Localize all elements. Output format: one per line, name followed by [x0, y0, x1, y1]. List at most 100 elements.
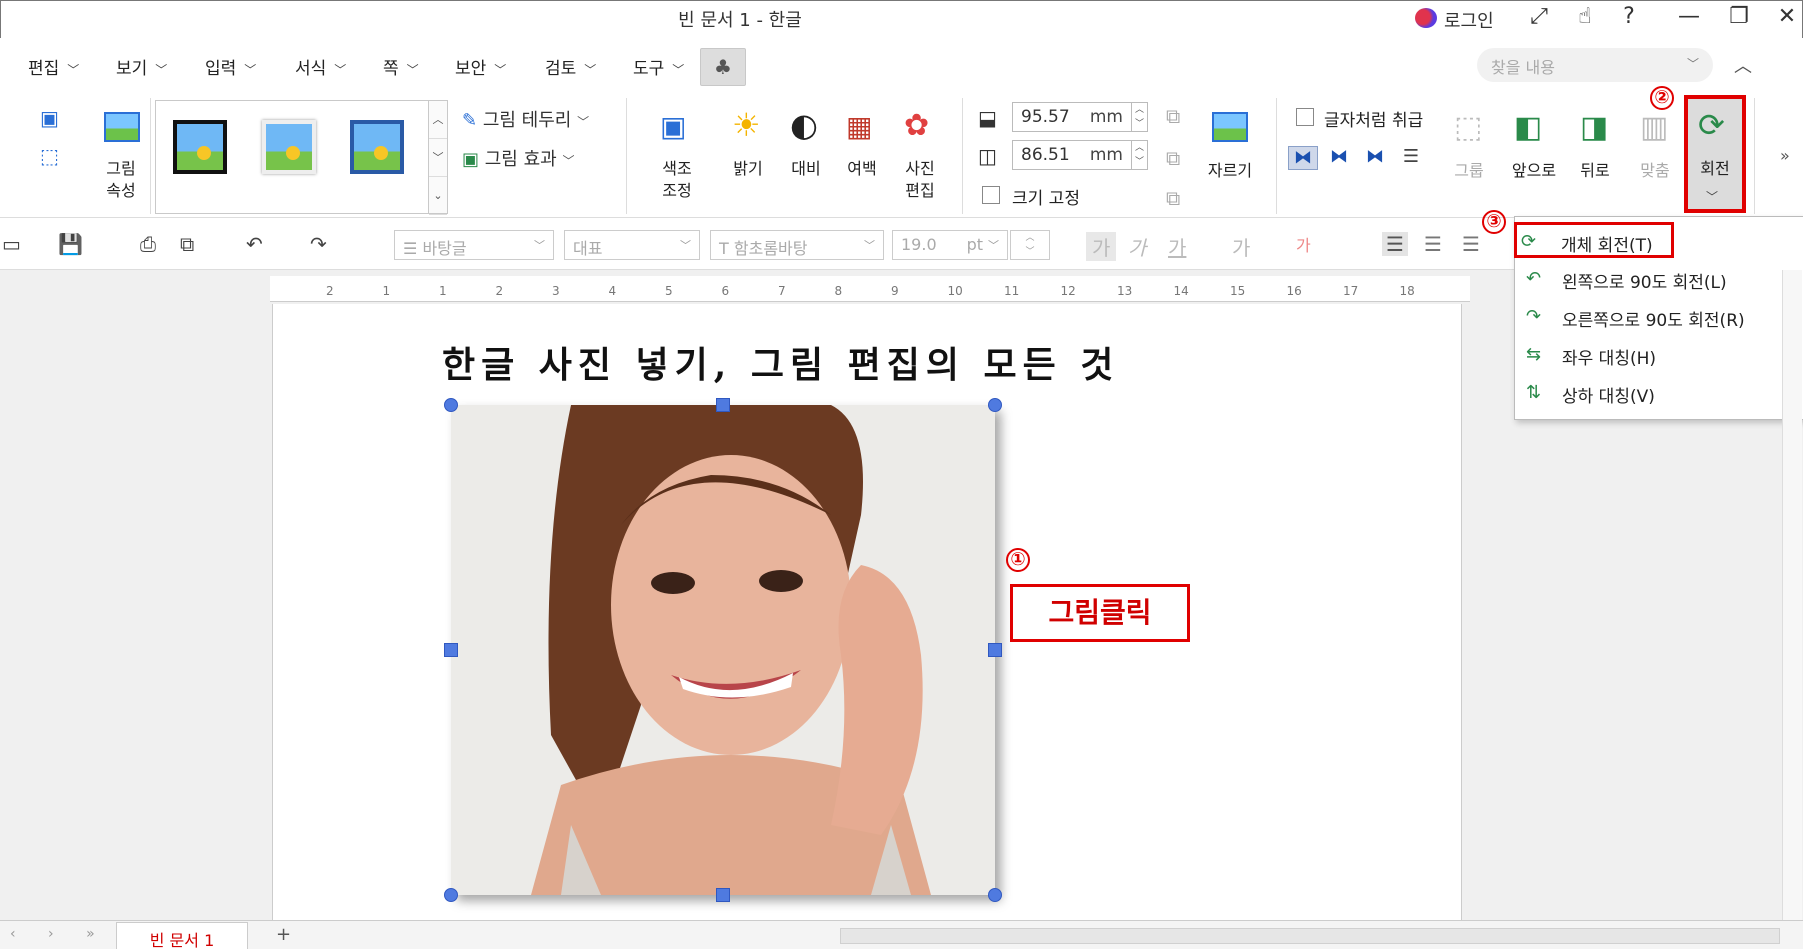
margin-button[interactable]: 여백	[840, 158, 884, 180]
menu-view[interactable]: 보기 ﹀	[116, 54, 167, 79]
vertical-scrollbar[interactable]	[1782, 270, 1802, 920]
menu-item-flip-vertical[interactable]: ⇅ 상하 대칭(V)	[1522, 376, 1792, 410]
resize-handle-top[interactable]	[716, 398, 730, 412]
picture-props-icon[interactable]	[104, 112, 140, 142]
picture-style-3[interactable]	[350, 120, 404, 174]
italic-icon[interactable]: 가	[1128, 232, 1146, 261]
picture-style-2[interactable]	[262, 120, 316, 174]
treat-as-char-checkbox[interactable]	[1296, 108, 1314, 126]
tab-document-1[interactable]: 빈 문서 1	[116, 922, 248, 950]
picture-border-button[interactable]: ✎ 그림 테두리 ﹀	[462, 106, 589, 132]
gallery-scroll[interactable]: ︿ ﹀ ⌄	[428, 100, 448, 215]
underline-icon[interactable]: 가	[1168, 232, 1186, 261]
undo-icon[interactable]: ↶	[246, 232, 263, 256]
width-spinner[interactable]: ︿ ﹀	[1132, 102, 1148, 132]
group-icon[interactable]: ⬚	[1454, 110, 1482, 145]
scroll-up-icon[interactable]: ︿	[429, 101, 447, 139]
resize-handle-top-right[interactable]	[988, 398, 1002, 412]
align-button[interactable]: 맞춤	[1632, 160, 1678, 182]
bring-front-icon[interactable]: ◧	[1514, 110, 1542, 145]
height-field[interactable]: 86.51 mm	[1012, 140, 1132, 170]
height-spinner[interactable]: ︿ ﹀	[1132, 140, 1148, 170]
fullscreen-icon[interactable]: ⤢	[1524, 4, 1554, 29]
resize-handle-bottom-right[interactable]	[988, 888, 1002, 902]
menu-page[interactable]: 쪽 ﹀	[383, 54, 419, 79]
resize-handle-top-left[interactable]	[444, 398, 458, 412]
wrap-square-icon[interactable]: ⧓	[1288, 146, 1318, 170]
resize-handle-right[interactable]	[988, 643, 1002, 657]
picture-effect-button[interactable]: ▣ 그림 효과 ﹀	[462, 145, 574, 171]
brightness-icon[interactable]: ☀	[732, 106, 761, 144]
print-preview-icon[interactable]: ⧉	[180, 232, 194, 256]
menu-item-rotate-right[interactable]: ↷ 오른쪽으로 90도 회전(R)	[1522, 300, 1792, 334]
photo-edit-button[interactable]: 사진 편집	[898, 158, 942, 202]
crop-icon[interactable]	[1212, 112, 1248, 142]
wrap-front-icon[interactable]: ☰	[1396, 146, 1426, 170]
login-button[interactable]: 로그인	[1444, 7, 1494, 33]
horizontal-scrollbar[interactable]	[840, 928, 1780, 944]
color-adjust-icon[interactable]: ▣	[660, 110, 686, 143]
send-back-button[interactable]: 뒤로	[1572, 160, 1618, 182]
language-dropdown[interactable]: 대표 ﹀	[564, 230, 700, 260]
picture-style-1[interactable]	[173, 120, 227, 174]
wrap-tight-icon[interactable]: ⧓	[1324, 146, 1354, 170]
picture-replace-icon[interactable]: ▣	[40, 106, 59, 130]
group-button[interactable]: 그룹	[1446, 160, 1492, 182]
size-option-icon-3[interactable]: ⧉	[1166, 186, 1180, 210]
send-back-icon[interactable]: ◨	[1580, 110, 1608, 145]
menu-tools[interactable]: 도구 ﹀	[633, 54, 684, 79]
account-icon[interactable]	[1415, 8, 1437, 28]
bold-icon[interactable]: 가	[1086, 232, 1117, 261]
minimize-icon[interactable]: —	[1674, 4, 1704, 29]
chevron-down-icon[interactable]: ﹀	[1687, 55, 1699, 72]
justify-icon[interactable]: ☰	[1382, 232, 1408, 256]
open-folder-icon[interactable]: ▭	[2, 232, 21, 256]
expand-gallery-icon[interactable]: ⌄	[429, 177, 447, 215]
font-dropdown[interactable]: T 함초롬바탕 ﹀	[710, 230, 884, 260]
help-icon[interactable]: ?	[1614, 4, 1644, 29]
selected-photo[interactable]	[451, 405, 995, 895]
save-icon[interactable]: 💾	[58, 232, 83, 256]
document-heading[interactable]: 한글 사진 넣기, 그림 편집의 모든 것	[442, 336, 1119, 388]
align-icon[interactable]: ▥	[1640, 110, 1668, 145]
size-option-icon-1[interactable]: ⧉	[1166, 104, 1180, 128]
collapse-ribbon-icon[interactable]: ︿	[1734, 52, 1752, 78]
menu-insert[interactable]: 입력 ﹀	[205, 54, 256, 79]
style-dropdown[interactable]: ☰ 바탕글 ﹀	[394, 230, 554, 260]
ribbon-more-icon[interactable]: »	[1780, 146, 1790, 165]
align-center-icon[interactable]: ☰	[1462, 232, 1480, 256]
hand-icon[interactable]: ☝	[1570, 4, 1600, 29]
picture-props-button[interactable]: 그림 속성	[96, 158, 146, 202]
color-adjust-button[interactable]: 색조 조정	[650, 158, 704, 202]
menu-item-object-rotate[interactable]: ⟳ 개체 회전(T)	[1514, 222, 1674, 258]
picture-context-tab[interactable]: ♣	[700, 48, 746, 86]
crop-button[interactable]: 자르기	[1200, 160, 1260, 182]
menu-format[interactable]: 서식 ﹀	[295, 54, 346, 79]
picture-select-icon[interactable]: ⬚	[40, 144, 59, 168]
print-icon[interactable]: ⎙	[140, 232, 156, 256]
strikethrough-icon[interactable]: 가	[1232, 232, 1250, 261]
font-size-spinner[interactable]: ︿ ﹀	[1010, 230, 1050, 260]
contrast-icon[interactable]: ◐	[790, 106, 818, 144]
close-icon[interactable]: ✕	[1772, 4, 1802, 29]
resize-handle-bottom-left[interactable]	[444, 888, 458, 902]
font-color-icon[interactable]: 가	[1296, 232, 1311, 256]
search-box[interactable]: 찾을 내용 ﹀	[1477, 48, 1713, 82]
wrap-behind-icon[interactable]: ⧓	[1360, 146, 1390, 170]
menu-security[interactable]: 보안 ﹀	[455, 54, 506, 79]
bring-front-button[interactable]: 앞으로	[1504, 160, 1564, 182]
align-left-icon[interactable]: ☰	[1424, 232, 1442, 256]
scroll-down-icon[interactable]: ﹀	[429, 139, 447, 177]
add-tab-icon[interactable]: +	[276, 924, 291, 945]
photo-edit-icon[interactable]: ✿	[904, 108, 929, 143]
restore-icon[interactable]: ❐	[1724, 4, 1754, 29]
resize-handle-bottom[interactable]	[716, 888, 730, 902]
brightness-button[interactable]: 밝기	[726, 158, 770, 180]
margin-icon[interactable]: ▦	[846, 110, 872, 143]
tab-nav-arrows[interactable]: ‹ › »	[10, 926, 109, 942]
menu-edit[interactable]: 편집 ﹀	[28, 54, 79, 79]
contrast-button[interactable]: 대비	[784, 158, 828, 180]
fix-size-checkbox[interactable]	[982, 186, 1000, 204]
resize-handle-left[interactable]	[444, 643, 458, 657]
menu-review[interactable]: 검토 ﹀	[545, 54, 596, 79]
